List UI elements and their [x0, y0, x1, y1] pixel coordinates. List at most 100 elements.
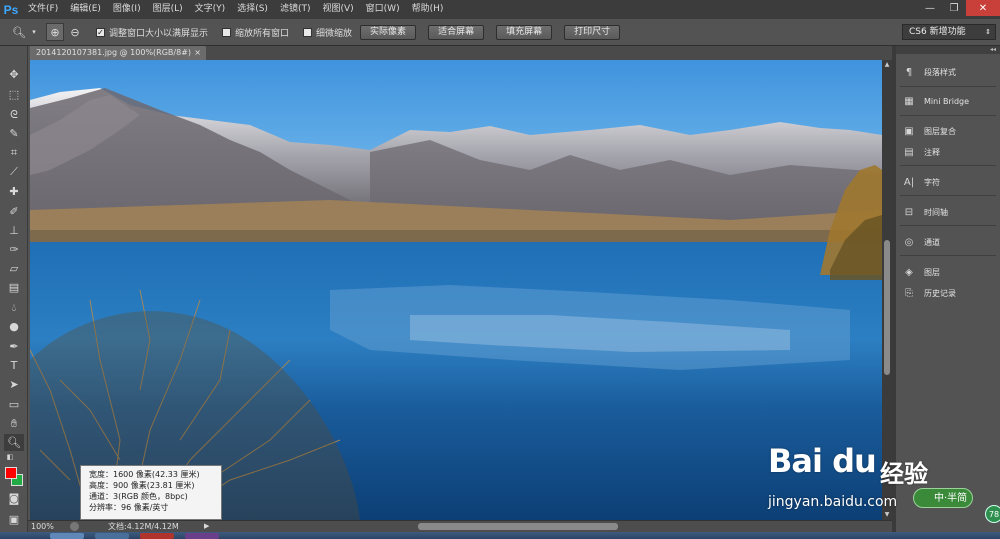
- horizontal-scroll-thumb[interactable]: [418, 523, 618, 530]
- tools-panel: ✥ ⬚ ᘓ ✎ ⌗ ⟋ ✚ ✐ ⊥ ✑ ▱ ▤ 💧︎ ● ✒ T ➤ ▭ ✋︎ …: [0, 46, 28, 532]
- panel-layers[interactable]: ◈ 图层: [902, 263, 940, 281]
- menu-image[interactable]: 图像(I): [107, 0, 147, 19]
- menu-filter[interactable]: 滤镜(T): [274, 0, 317, 19]
- rectangle-tool-icon[interactable]: ▭: [4, 396, 24, 413]
- menu-window[interactable]: 窗口(W): [360, 0, 406, 19]
- taskbar-app-1[interactable]: [50, 533, 84, 539]
- zoom-tool-icon[interactable]: 🔍︎: [4, 434, 24, 451]
- window-controls: — ❐ ✕: [918, 0, 1000, 16]
- document-tab[interactable]: 2014120107381.jpg @ 100%(RGB/8#) ×: [30, 46, 206, 60]
- badge-counter: 78: [985, 505, 1000, 523]
- panel-mini-bridge[interactable]: ▦ Mini Bridge: [902, 92, 969, 110]
- status-menu-arrow-icon[interactable]: ▶: [204, 521, 209, 532]
- status-bar: 100% 文档:4.12M/4.12M ▶: [28, 520, 892, 532]
- scroll-thumb[interactable]: [884, 240, 890, 375]
- workspace-select[interactable]: CS6 新增功能 ⇕: [902, 24, 996, 40]
- landscape-photo: [30, 60, 882, 520]
- channels-icon: ◎: [904, 236, 914, 248]
- eyedropper-tool-icon[interactable]: ⟋: [4, 163, 24, 180]
- history-icon: ⎘: [905, 287, 913, 299]
- gradient-tool-icon[interactable]: ▤: [4, 279, 24, 296]
- zoom-out-icon[interactable]: ⊖: [66, 23, 84, 41]
- tab-bar: [206, 46, 892, 60]
- menu-file[interactable]: 文件(F): [22, 0, 64, 19]
- document-info-popup: 宽度：1600 像素(42.33 厘米) 高度：900 像素(23.81 厘米)…: [80, 465, 222, 520]
- quick-mask-icon[interactable]: ◙: [4, 490, 24, 507]
- move-tool-icon[interactable]: ✥: [4, 66, 24, 83]
- zoom-all-windows-checkbox[interactable]: 缩放所有窗口: [222, 26, 289, 39]
- restore-button[interactable]: ❐: [942, 0, 966, 16]
- panel-character[interactable]: A| 字符: [902, 173, 940, 191]
- resize-windows-checkbox[interactable]: ✓ 调整窗口大小以满屏显示: [96, 26, 208, 39]
- crop-tool-icon[interactable]: ⌗: [4, 144, 24, 161]
- menu-type[interactable]: 文字(Y): [189, 0, 232, 19]
- healing-brush-tool-icon[interactable]: ✚: [4, 183, 24, 200]
- watermark-cn-text: 经验: [880, 460, 928, 488]
- taskbar-app-3[interactable]: [140, 533, 174, 539]
- chevron-updown-icon: ⇕: [985, 28, 991, 36]
- close-button[interactable]: ✕: [966, 0, 1000, 16]
- notes-icon: ▤: [904, 146, 914, 158]
- checkmark-icon: ✓: [96, 27, 105, 37]
- baidu-watermark: Bai du 经验 jingyan.baidu.com: [768, 432, 948, 522]
- brush-tool-icon[interactable]: ✐: [4, 203, 24, 220]
- scrubby-zoom-checkbox[interactable]: 细微缩放: [303, 26, 352, 39]
- panel-history[interactable]: ⎘ 历史记录: [902, 284, 956, 302]
- panel-channels[interactable]: ◎ 通道: [902, 233, 940, 251]
- fill-screen-button[interactable]: 填充屏幕: [496, 24, 553, 40]
- default-colors-icon[interactable]: ◧: [0, 451, 20, 463]
- mini-bridge-icon: ▦: [904, 95, 914, 107]
- zoom-level[interactable]: 100%: [31, 521, 54, 532]
- taskbar-app-2[interactable]: [95, 533, 129, 539]
- baidu-logo: Bai du: [768, 442, 877, 480]
- panel-layer-comps[interactable]: ▣ 图层复合: [902, 122, 956, 140]
- close-tab-icon[interactable]: ×: [194, 46, 201, 60]
- ime-badge[interactable]: 中·半简: [913, 488, 973, 508]
- lasso-tool-icon[interactable]: ᘓ: [4, 106, 24, 123]
- document-canvas[interactable]: [30, 60, 882, 520]
- fit-screen-button[interactable]: 适合屏幕: [428, 24, 485, 40]
- photoshop-logo: Ps: [3, 2, 19, 17]
- zoom-in-icon[interactable]: ⊕: [46, 23, 64, 41]
- print-size-button[interactable]: 打印尺寸: [564, 24, 621, 40]
- actual-pixels-button[interactable]: 实际像素: [360, 24, 417, 40]
- foreground-color-swatch[interactable]: [5, 467, 17, 479]
- character-icon: A|: [903, 176, 915, 188]
- os-taskbar: [0, 532, 1000, 539]
- status-info-icon[interactable]: [70, 522, 79, 531]
- panel-notes[interactable]: ▤ 注释: [902, 143, 940, 161]
- menu-edit[interactable]: 编辑(E): [64, 0, 107, 19]
- panel-paragraph-styles[interactable]: ¶ 段落样式: [902, 63, 956, 81]
- minimize-button[interactable]: —: [918, 0, 942, 16]
- type-tool-icon[interactable]: T: [4, 357, 24, 374]
- pen-tool-icon[interactable]: ✒: [4, 338, 24, 355]
- menu-layer[interactable]: 图层(L): [147, 0, 189, 19]
- history-brush-tool-icon[interactable]: ✑: [4, 241, 24, 258]
- clone-stamp-tool-icon[interactable]: ⊥: [4, 222, 24, 239]
- taskbar-app-4[interactable]: [185, 533, 219, 539]
- info-channels: 通道：3(RGB 颜色，8bpc): [89, 492, 188, 501]
- watermark-url: jingyan.baidu.com: [768, 494, 898, 510]
- panel-timeline[interactable]: ⊟ 时间轴: [902, 203, 948, 221]
- info-resolution: 分辨率：96 像素/英寸: [89, 503, 169, 512]
- path-selection-tool-icon[interactable]: ➤: [4, 376, 24, 393]
- menu-bar: Ps 文件(F) 编辑(E) 图像(I) 图层(L) 文字(Y) 选择(S) 滤…: [0, 0, 1000, 19]
- layers-icon: ◈: [905, 266, 913, 278]
- chevron-down-icon[interactable]: ▾: [30, 23, 38, 41]
- scroll-up-icon[interactable]: ▲: [882, 60, 892, 70]
- marquee-tool-icon[interactable]: ⬚: [4, 86, 24, 103]
- hand-tool-icon[interactable]: ✋︎: [4, 415, 24, 432]
- collapse-panels-icon[interactable]: ◂◂: [896, 46, 1000, 54]
- options-bar: 🔍︎ ▾ ⊕ ⊖ ✓ 调整窗口大小以满屏显示 缩放所有窗口 细微缩放 实际像素 …: [0, 19, 1000, 46]
- dodge-tool-icon[interactable]: ●: [4, 318, 24, 335]
- screen-mode-icon[interactable]: ▣: [4, 511, 24, 528]
- blur-tool-icon[interactable]: 💧︎: [4, 299, 24, 316]
- menu-view[interactable]: 视图(V): [316, 0, 359, 19]
- eraser-tool-icon[interactable]: ▱: [4, 260, 24, 277]
- menu-select[interactable]: 选择(S): [231, 0, 274, 19]
- menu-help[interactable]: 帮助(H): [406, 0, 450, 19]
- quick-select-tool-icon[interactable]: ✎: [4, 125, 24, 142]
- zoom-tool-icon[interactable]: 🔍︎: [10, 23, 28, 41]
- info-width: 宽度：1600 像素(42.33 厘米): [89, 470, 200, 479]
- document-size[interactable]: 文档:4.12M/4.12M: [108, 521, 179, 532]
